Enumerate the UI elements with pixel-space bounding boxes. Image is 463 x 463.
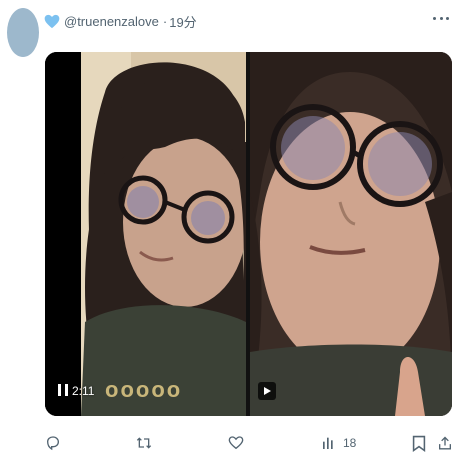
reply-button[interactable] bbox=[45, 433, 61, 453]
video-time: 2:11 bbox=[72, 384, 95, 398]
views-button[interactable]: 18 bbox=[321, 433, 356, 453]
reply-icon bbox=[46, 436, 60, 451]
share-icon bbox=[439, 436, 451, 449]
video-player-1[interactable]: ooooo 2:11 bbox=[45, 52, 246, 416]
post-header: @truenenzalove · 19分 bbox=[44, 11, 197, 31]
blue-heart-icon bbox=[44, 14, 60, 28]
pause-icon[interactable] bbox=[58, 384, 68, 396]
video-player-2[interactable] bbox=[250, 52, 452, 416]
bookmark-icon bbox=[412, 435, 426, 452]
avatar[interactable] bbox=[7, 8, 39, 57]
video-1-frame: ooooo bbox=[45, 52, 246, 416]
more-icon[interactable] bbox=[433, 10, 449, 26]
views-count: 18 bbox=[343, 436, 357, 450]
media-container: ooooo 2:11 bbox=[45, 52, 452, 416]
separator-dot: · bbox=[162, 13, 168, 29]
action-bar: 18 bbox=[45, 433, 455, 453]
tweet-post[interactable]: @truenenzalove · 19分 ooooo 2:11 18 bbox=[0, 0, 463, 463]
user-handle[interactable]: @truenenzalove bbox=[64, 14, 159, 29]
bookmark-button[interactable] bbox=[412, 433, 426, 453]
share-button[interactable] bbox=[437, 433, 453, 453]
svg-text:ooooo: ooooo bbox=[105, 377, 182, 402]
video-2-frame bbox=[250, 52, 452, 416]
play-icon[interactable] bbox=[258, 382, 276, 400]
repost-icon bbox=[136, 437, 152, 449]
views-icon bbox=[323, 437, 333, 449]
post-time[interactable]: 19分 bbox=[169, 12, 196, 31]
like-button[interactable] bbox=[228, 433, 244, 453]
like-icon bbox=[228, 436, 244, 450]
repost-button[interactable] bbox=[135, 433, 153, 453]
